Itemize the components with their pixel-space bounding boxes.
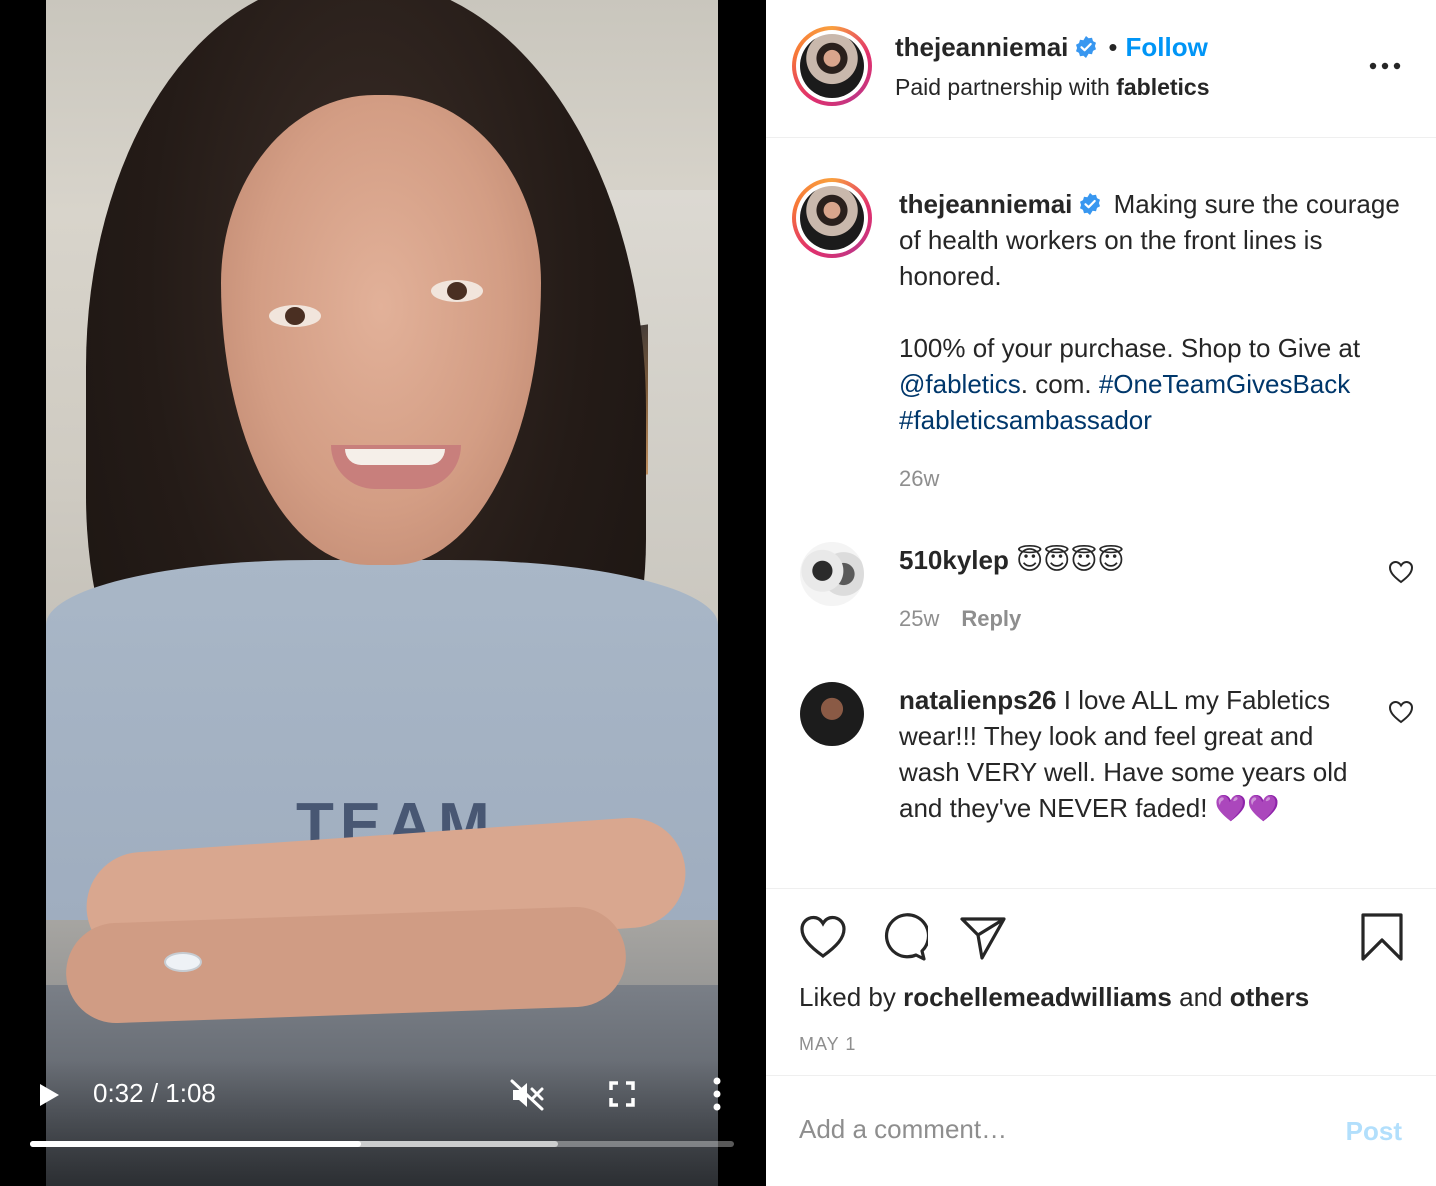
video-frame: TEAM — [46, 0, 718, 1186]
commenter-username[interactable]: natalienps26 — [899, 685, 1057, 715]
author-avatar[interactable] — [792, 26, 872, 106]
follow-button[interactable]: Follow — [1126, 32, 1208, 62]
reply-button[interactable]: Reply — [961, 606, 1021, 631]
commenter-avatar[interactable] — [800, 542, 864, 606]
comment-like-heart-icon[interactable] — [1388, 700, 1414, 724]
partnership-label: Paid partnership with fabletics — [895, 74, 1210, 101]
caption-author-avatar[interactable] — [792, 178, 872, 258]
video-more-options-icon[interactable] — [710, 1076, 724, 1112]
smile — [331, 445, 461, 489]
fullscreen-icon[interactable] — [608, 1080, 636, 1108]
play-icon[interactable] — [38, 1083, 60, 1107]
post-caption: thejeanniemai Making sure the courage of… — [899, 186, 1419, 438]
right-eye — [431, 280, 483, 302]
mention-link[interactable]: @fabletics — [899, 369, 1021, 399]
commenter-username[interactable]: 510kylep — [899, 545, 1009, 575]
header-separator: • — [1108, 32, 1118, 62]
caption-age: 26w — [899, 466, 940, 491]
liked-by-others-link[interactable]: others — [1230, 982, 1309, 1012]
liked-by-prefix: Liked by — [799, 982, 896, 1012]
comment-body: 😇😇😇😇 — [1016, 545, 1125, 575]
liked-by-and: and — [1179, 982, 1223, 1012]
caption-line-2: 100% of your purchase. Shop to Give at — [899, 333, 1361, 363]
caption-after-mention: . com. — [1020, 369, 1092, 399]
left-eye — [269, 305, 321, 327]
video-player[interactable]: TEAM 0:32 / 1:08 — [0, 0, 766, 1186]
person-hand — [64, 905, 628, 1025]
post-more-options-icon[interactable] — [1368, 56, 1402, 76]
share-paper-plane-icon[interactable] — [958, 912, 1008, 962]
video-time: 0:32 / 1:08 — [93, 1078, 216, 1108]
commenter-avatar[interactable] — [800, 682, 864, 746]
post-comment-button[interactable]: Post — [1346, 1116, 1402, 1147]
comment-text: natalienps26 I love ALL my Fabletics wea… — [899, 682, 1369, 826]
like-heart-icon[interactable] — [798, 912, 848, 962]
partnership-prefix: Paid partnership with — [895, 74, 1110, 100]
save-bookmark-icon[interactable] — [1358, 912, 1406, 962]
comment-age: 25w — [899, 606, 940, 631]
hashtag-link[interactable]: #fableticsambassador — [899, 405, 1152, 435]
caption-verified-badge-icon — [1080, 193, 1101, 215]
header-title-row: thejeanniemai • Follow — [895, 32, 1208, 63]
comment-text: 510kylep 😇😇😇😇 — [899, 542, 1369, 578]
muted-speaker-icon[interactable] — [509, 1078, 545, 1112]
post-panel: thejeanniemai • Follow Paid partnership w… — [766, 0, 1436, 1186]
video-progress-bar[interactable] — [30, 1141, 734, 1147]
comment-like-heart-icon[interactable] — [1388, 560, 1414, 584]
comment-meta: 25w Reply — [899, 606, 1021, 632]
caption-author-avatar-image — [800, 186, 864, 250]
partner-link[interactable]: fabletics — [1116, 74, 1209, 100]
comment-bubble-icon[interactable] — [878, 912, 928, 962]
post-header: thejeanniemai • Follow Paid partnership w… — [766, 0, 1436, 138]
author-username[interactable]: thejeanniemai — [895, 32, 1068, 62]
verified-badge-icon — [1076, 36, 1097, 58]
author-avatar-image — [800, 34, 864, 98]
liked-by-text: Liked by rochellemeadwilliams and others — [799, 982, 1309, 1013]
engagement-ring — [164, 952, 202, 972]
video-played-bar — [30, 1141, 361, 1147]
add-comment-input[interactable] — [799, 1114, 1319, 1145]
hashtag-link[interactable]: #OneTeamGivesBack — [1099, 369, 1350, 399]
caption-username[interactable]: thejeanniemai — [899, 189, 1072, 219]
post-date[interactable]: MAY 1 — [799, 1034, 856, 1055]
liked-by-user-link[interactable]: rochellemeadwilliams — [903, 982, 1172, 1012]
